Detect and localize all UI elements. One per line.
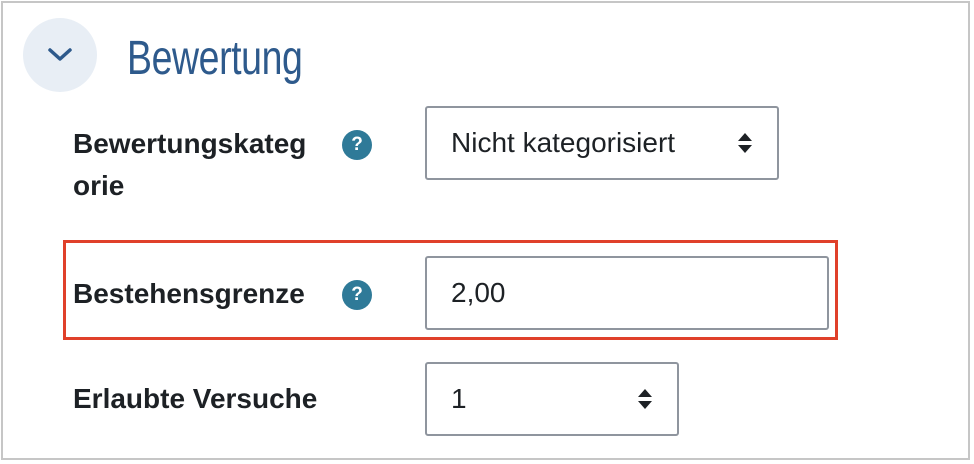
grade-category-select[interactable]: Nicht kategorisiert — [425, 106, 779, 180]
grade-category-label-line2: orie — [73, 170, 125, 201]
chevron-down-icon — [48, 48, 72, 61]
grade-category-selected-value: Nicht kategorisiert — [451, 127, 676, 158]
pass-grade-help-icon[interactable]: ? — [342, 280, 372, 310]
select-arrows-icon — [637, 389, 653, 409]
attempts-label: Erlaubte Versuche — [73, 383, 318, 414]
section-title: Bewertung — [127, 32, 303, 85]
select-arrows-icon — [737, 133, 753, 153]
grade-category-label-line1: Bewertungskateg — [73, 128, 307, 159]
pass-grade-label: Bestehensgrenze — [73, 278, 305, 309]
grade-category-help-icon[interactable]: ? — [342, 130, 372, 160]
attempts-select[interactable]: 1 — [425, 362, 679, 436]
attempts-selected-value: 1 — [451, 383, 467, 414]
collapse-section-button[interactable] — [23, 18, 97, 92]
grade-section-panel: Bewertung Bewertungskateg orie ? Nicht k… — [1, 1, 970, 460]
grade-category-label: Bewertungskateg orie — [73, 123, 306, 207]
pass-grade-input[interactable] — [425, 256, 829, 330]
